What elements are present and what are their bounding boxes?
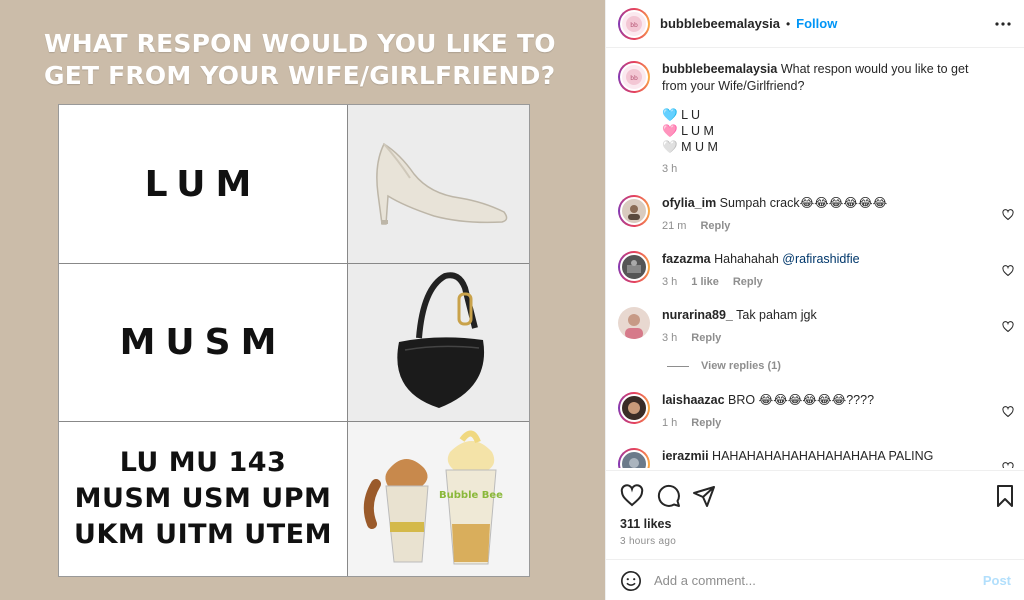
likes-count[interactable]: 311 likes	[620, 517, 671, 531]
blue-heart-icon: 🩵	[662, 108, 678, 122]
comment-mention[interactable]: @rafirashidfie	[782, 252, 859, 266]
reply-button[interactable]: Reply	[700, 220, 730, 232]
caption-line: M U M	[681, 140, 718, 154]
comment-username[interactable]: nurarina89_	[662, 308, 733, 322]
avatar[interactable]	[618, 195, 650, 227]
post-comment-button[interactable]: Post	[983, 573, 1011, 588]
avatar[interactable]	[618, 392, 650, 424]
follow-button[interactable]: Follow	[796, 16, 837, 31]
like-heart-icon[interactable]	[620, 484, 644, 508]
instagram-post-view: WHAT RESPON WOULD YOU LIKE TO GET FROM Y…	[0, 0, 1024, 600]
caption-lines: 🩵 L U 🩷 L U M 🤍 M U M	[662, 107, 992, 155]
high-heel-image	[348, 105, 529, 263]
caption-line: L U M	[681, 124, 714, 138]
meme-text: LUM	[59, 105, 348, 263]
meme-text: LU MU 143 MUSM USM UPM UKM UITM UTEM	[59, 422, 348, 576]
pink-heart-icon: 🩷	[662, 124, 678, 138]
meme-text: MUSM	[59, 264, 348, 421]
avatar[interactable]	[618, 448, 650, 468]
meme-row: MUSM	[59, 263, 529, 421]
comment-username[interactable]: ierazmii	[662, 449, 709, 463]
comment-text: BRO 😂😂😂😂😂😂????	[728, 393, 875, 407]
comment-likes[interactable]: 1 like	[691, 276, 719, 288]
ice-cream-image: Bubble Bee	[348, 422, 529, 576]
caption: bb bubblebeemalaysia What respon would y…	[618, 61, 1018, 178]
more-horizontal-icon[interactable]	[993, 14, 1013, 34]
like-comment-heart-icon[interactable]	[1002, 209, 1014, 221]
avatar[interactable]	[618, 307, 650, 339]
comment-username[interactable]: laishaazac	[662, 393, 725, 407]
reply-button[interactable]: Reply	[691, 417, 721, 429]
emoji-icon[interactable]	[620, 570, 642, 592]
comment-text: Tak paham jgk	[736, 308, 817, 322]
meme-row: LUM	[59, 105, 529, 263]
comment-time: 3 h	[662, 276, 678, 288]
like-comment-heart-icon[interactable]	[1002, 406, 1014, 418]
comment-item: ofylia_im Sumpah crack😂😂😂😂😂😂 21 m Reply	[618, 195, 1018, 235]
post-image[interactable]: WHAT RESPON WOULD YOU LIKE TO GET FROM Y…	[0, 0, 605, 600]
like-comment-heart-icon[interactable]	[1002, 321, 1014, 333]
svg-text:bb: bb	[630, 75, 638, 82]
comment-text: Sumpah crack😂😂😂😂😂😂	[719, 196, 888, 210]
like-comment-heart-icon[interactable]	[1002, 265, 1014, 277]
comment-username[interactable]: ofylia_im	[662, 196, 716, 210]
like-comment-heart-icon[interactable]	[1002, 462, 1014, 468]
comment-text: Hahahahah	[714, 252, 779, 266]
avatar[interactable]: bb	[618, 61, 650, 93]
share-send-icon[interactable]	[692, 484, 716, 508]
bookmark-icon[interactable]	[993, 484, 1017, 508]
comment-item: laishaazac BRO 😂😂😂😂😂😂???? 1 h Reply	[618, 392, 1018, 432]
reply-button[interactable]: Reply	[733, 276, 763, 288]
meme-grid: LUM MUSM LU MU 143 MUSM USM UPM UKM UITM…	[58, 104, 530, 577]
separator-dot: •	[785, 16, 791, 31]
post-time: 3 hours ago	[620, 536, 677, 547]
comment-item: fazazma Hahahahah @rafirashidfie 3 h 1 li…	[618, 251, 1018, 291]
caption-line: L U	[681, 108, 701, 122]
post-side-panel: bb bubblebeemalaysia • Follow bb bubbleb…	[605, 0, 1024, 600]
comment-time: 3 h	[662, 332, 678, 344]
comment-time: 1 h	[662, 417, 678, 429]
svg-text:bb: bb	[630, 22, 638, 29]
post-headline: WHAT RESPON WOULD YOU LIKE TO GET FROM Y…	[44, 29, 556, 90]
avatar[interactable]	[618, 251, 650, 283]
comment-username[interactable]: fazazma	[662, 252, 711, 266]
cup-brand-text: Bubble Bee	[439, 490, 503, 501]
view-replies-button[interactable]: View replies (1)	[667, 360, 781, 372]
avatar[interactable]: bb	[618, 7, 650, 40]
reply-button[interactable]: Reply	[691, 332, 721, 344]
handbag-image	[348, 264, 529, 421]
comment-input[interactable]	[654, 573, 974, 588]
comment-bubble-icon[interactable]	[657, 484, 681, 508]
caption-username[interactable]: bubblebeemalaysia	[662, 62, 777, 76]
comment-bar: Post	[606, 559, 1024, 600]
caption-time: 3 h	[662, 163, 678, 175]
comment-item: ierazmii HAHAHAHAHAHAHAHAHAHA PALING KEL…	[618, 448, 1018, 468]
comments-list[interactable]: bb bubblebeemalaysia What respon would y…	[606, 49, 1024, 468]
meme-row: LU MU 143 MUSM USM UPM UKM UITM UTEM Bub…	[59, 421, 529, 576]
post-actions: 311 likes 3 hours ago Post	[606, 470, 1024, 600]
comment-item: nurarina89_ Tak paham jgk 3 h Reply	[618, 307, 1018, 347]
white-heart-icon: 🤍	[662, 140, 678, 154]
comment-time: 21 m	[662, 220, 687, 232]
header-username[interactable]: bubblebeemalaysia	[660, 16, 780, 31]
post-header: bb bubblebeemalaysia • Follow	[606, 0, 1024, 48]
